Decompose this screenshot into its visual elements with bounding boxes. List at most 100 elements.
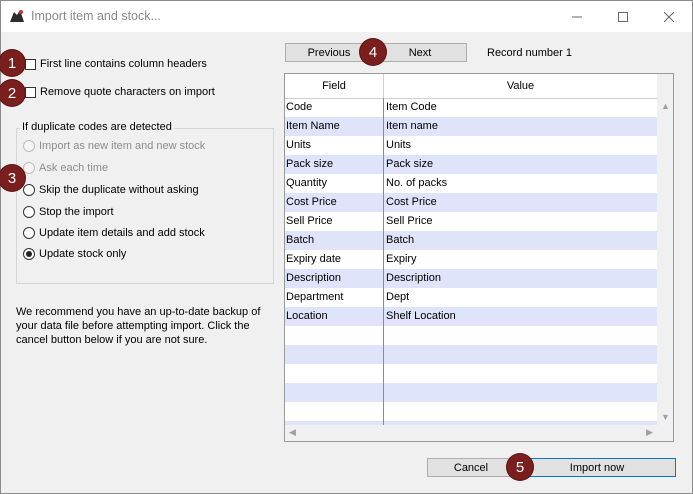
- table-row[interactable]: Cost Price Cost Price: [285, 193, 657, 212]
- value-cell[interactable]: Expiry: [386, 250, 654, 269]
- table-row[interactable]: [285, 383, 657, 402]
- radio-button[interactable]: [23, 162, 35, 174]
- radio-button-selected[interactable]: [23, 248, 35, 260]
- radio-stop-import[interactable]: Stop the import: [23, 206, 114, 218]
- radio-skip-duplicate[interactable]: Skip the duplicate without asking: [23, 184, 199, 196]
- import-now-button[interactable]: Import now: [518, 458, 676, 477]
- radio-update-add-stock[interactable]: Update item details and add stock: [23, 227, 205, 239]
- horizontal-scrollbar[interactable]: ◀ ▶: [285, 425, 657, 441]
- table-row[interactable]: Pack size Pack size: [285, 155, 657, 174]
- callout-badge-1: 1: [0, 50, 25, 76]
- radio-button[interactable]: [23, 227, 35, 239]
- table-row[interactable]: Units Units: [285, 136, 657, 155]
- value-cell[interactable]: [386, 402, 654, 421]
- table-row[interactable]: [285, 402, 657, 421]
- column-header-value[interactable]: Value: [384, 74, 657, 98]
- value-cell[interactable]: Batch: [386, 231, 654, 250]
- field-cell: Batch: [286, 234, 315, 246]
- field-cell: Department: [286, 291, 344, 303]
- title-bar: Import item and stock...: [1, 1, 692, 32]
- maximize-icon: [618, 11, 628, 22]
- radio-label: Stop the import: [39, 206, 114, 218]
- value-cell[interactable]: Cost Price: [386, 193, 654, 212]
- field-cell: [286, 326, 382, 345]
- value-cell[interactable]: Dept: [386, 288, 654, 307]
- field-cell: Location: [286, 310, 328, 322]
- field-cell: Cost Price: [286, 196, 337, 208]
- value-cell[interactable]: [386, 326, 654, 345]
- table-header: Field Value: [285, 74, 657, 99]
- field-cell: Sell Price: [286, 215, 333, 227]
- duplicates-group-title: If duplicate codes are detected: [20, 121, 174, 133]
- remove-quotes-option[interactable]: Remove quote characters on import: [25, 86, 215, 98]
- value-cell[interactable]: Sell Price: [386, 212, 654, 231]
- field-mapping-table[interactable]: Field Value Code Item Code Item Name Item n…: [284, 73, 674, 442]
- column-header-field[interactable]: Field: [285, 74, 384, 98]
- window-title: Import item and stock...: [31, 9, 161, 23]
- remove-quotes-checkbox[interactable]: [25, 86, 36, 98]
- column-divider: [383, 98, 384, 430]
- field-cell: [286, 364, 382, 383]
- table-row[interactable]: [285, 326, 657, 345]
- cancel-button[interactable]: Cancel: [427, 458, 515, 477]
- minimize-button[interactable]: [554, 1, 600, 32]
- radio-import-new[interactable]: Import as new item and new stock: [23, 140, 205, 152]
- close-button[interactable]: [646, 1, 692, 32]
- radio-label: Ask each time: [39, 162, 109, 174]
- field-cell: Item Name: [286, 120, 340, 132]
- radio-ask-each-time[interactable]: Ask each time: [23, 162, 108, 174]
- table-row[interactable]: Code Item Code: [285, 98, 657, 117]
- callout-badge-4: 4: [360, 39, 386, 65]
- value-cell[interactable]: [386, 364, 654, 383]
- radio-label: Update stock only: [39, 248, 127, 260]
- table-row[interactable]: [285, 364, 657, 383]
- radio-label: Import as new item and new stock: [39, 140, 206, 152]
- first-line-headers-label: First line contains column headers: [40, 58, 207, 70]
- scrollbar-corner: [657, 425, 673, 441]
- import-dialog: Import item and stock... First line cont…: [0, 0, 693, 494]
- table-row[interactable]: Quantity No. of packs: [285, 174, 657, 193]
- callout-badge-5: 5: [507, 454, 533, 480]
- radio-update-stock-only[interactable]: Update stock only: [23, 248, 126, 260]
- value-cell[interactable]: Description: [386, 269, 654, 288]
- value-cell[interactable]: No. of packs: [386, 174, 654, 193]
- remove-quotes-label: Remove quote characters on import: [40, 86, 215, 98]
- table-row[interactable]: Sell Price Sell Price: [285, 212, 657, 231]
- value-cell[interactable]: [386, 383, 654, 402]
- vertical-scrollbar[interactable]: ▲ ▼: [657, 74, 673, 425]
- value-cell[interactable]: Pack size: [386, 155, 654, 174]
- value-cell[interactable]: Item name: [386, 117, 654, 136]
- table-row[interactable]: Item Name Item name: [285, 117, 657, 136]
- field-cell: Pack size: [286, 158, 334, 170]
- value-cell[interactable]: Shelf Location: [386, 307, 654, 326]
- value-cell[interactable]: Units: [386, 136, 654, 155]
- first-line-headers-checkbox[interactable]: [25, 58, 36, 70]
- scroll-right-icon[interactable]: ▶: [646, 427, 653, 438]
- close-icon: [664, 11, 674, 22]
- record-number-label: Record number 1: [487, 47, 572, 59]
- field-cell: [286, 345, 382, 364]
- table-row[interactable]: [285, 345, 657, 364]
- scroll-left-icon[interactable]: ◀: [289, 427, 296, 438]
- field-cell: Description: [286, 272, 342, 284]
- table-row[interactable]: Department Dept: [285, 288, 657, 307]
- value-cell[interactable]: [386, 345, 654, 364]
- table-row[interactable]: Batch Batch: [285, 231, 657, 250]
- field-cell: Code: [286, 101, 313, 113]
- maximize-button[interactable]: [600, 1, 646, 32]
- table-row[interactable]: Description Description: [285, 269, 657, 288]
- scroll-up-icon[interactable]: ▲: [661, 101, 670, 111]
- radio-label: Skip the duplicate without asking: [39, 184, 199, 196]
- field-cell: Expiry date: [286, 253, 342, 265]
- radio-button[interactable]: [23, 206, 35, 218]
- first-line-headers-option[interactable]: First line contains column headers: [25, 58, 207, 70]
- minimize-icon: [572, 16, 582, 17]
- value-cell[interactable]: Item Code: [386, 98, 654, 117]
- table-body: Code Item Code Item Name Item name Units Unit…: [285, 98, 657, 440]
- next-button[interactable]: Next: [373, 43, 467, 62]
- scroll-down-icon[interactable]: ▼: [661, 412, 670, 422]
- radio-button[interactable]: [23, 140, 35, 152]
- radio-button[interactable]: [23, 184, 35, 196]
- table-row[interactable]: Location Shelf Location: [285, 307, 657, 326]
- table-row[interactable]: Expiry date Expiry: [285, 250, 657, 269]
